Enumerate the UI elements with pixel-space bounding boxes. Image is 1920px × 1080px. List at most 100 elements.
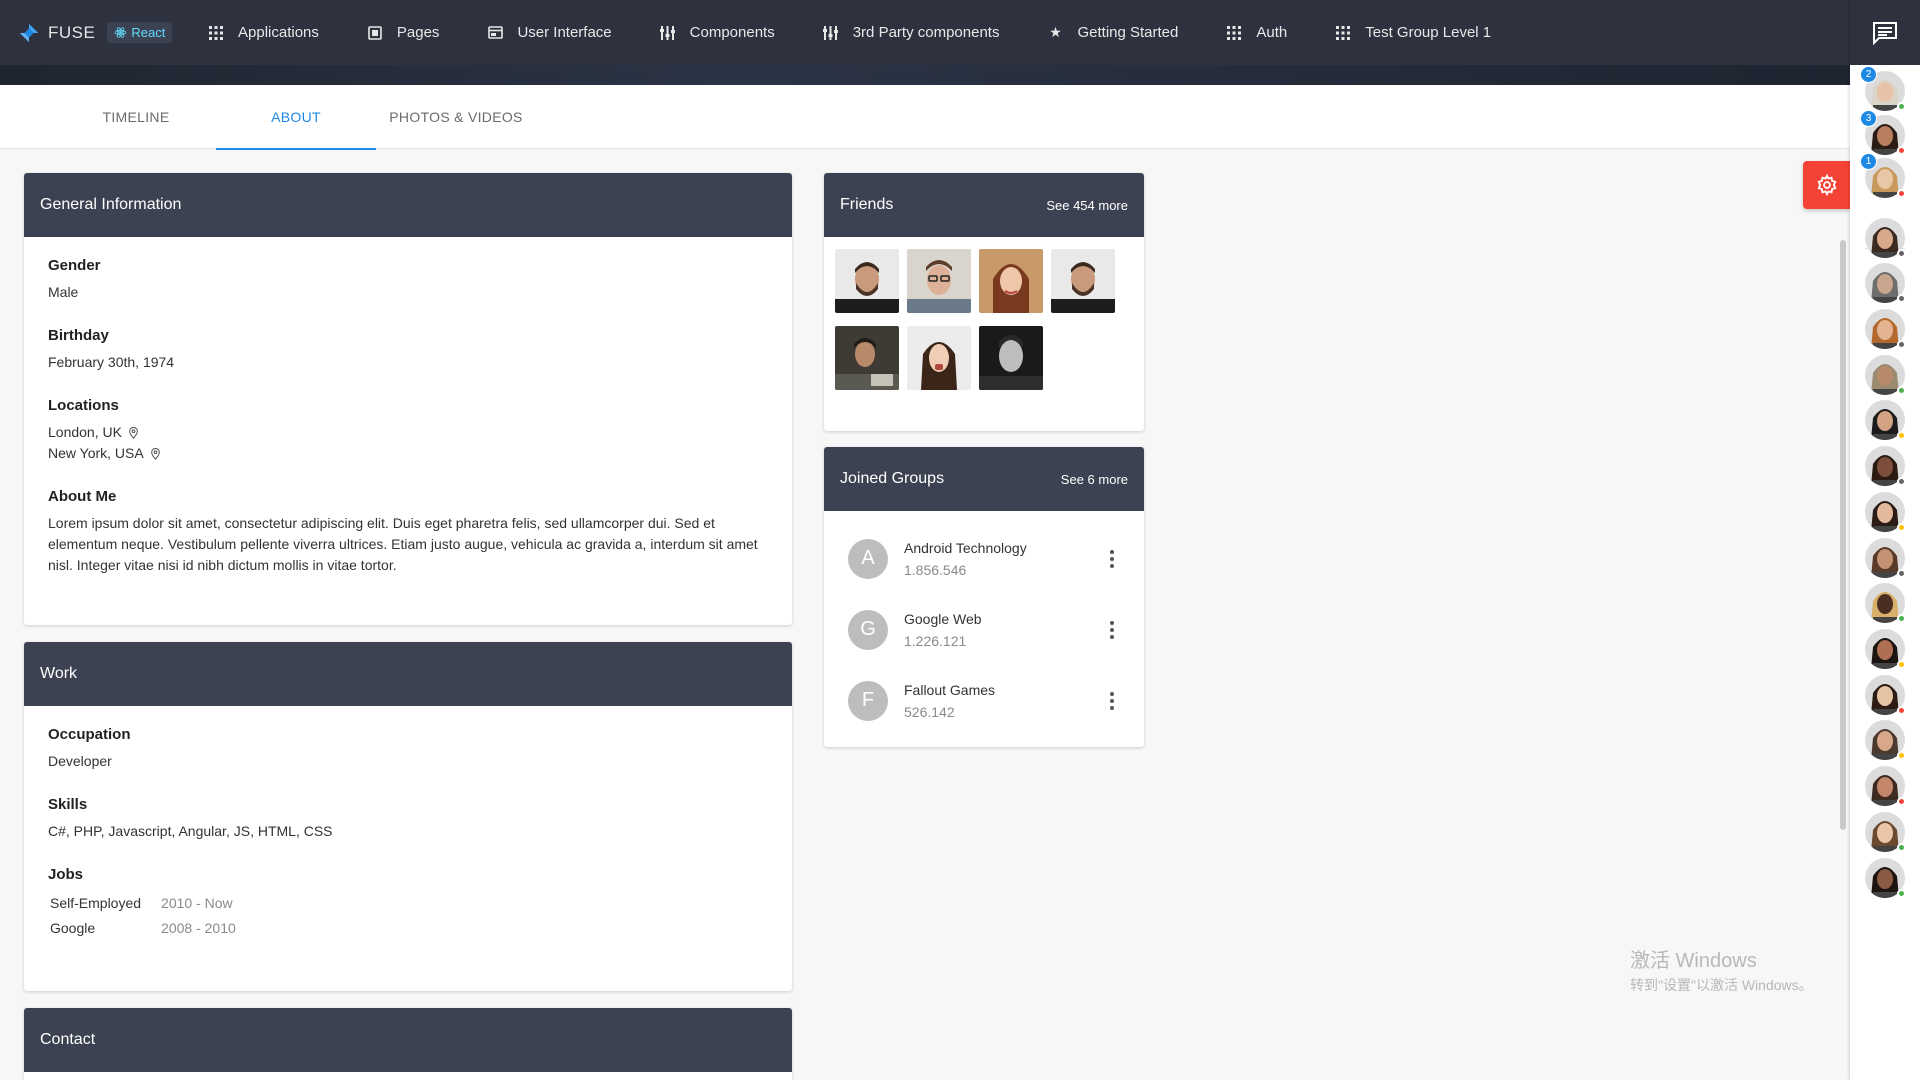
card-header: Friends See 454 more [824,173,1144,237]
group-name: Google Web [904,610,982,627]
nav-auth[interactable]: Auth [1202,0,1311,65]
friend-avatar[interactable] [1051,249,1115,313]
chat-contact-avatar[interactable] [1865,400,1906,440]
nav-3rd-party-components[interactable]: 3rd Party components [799,0,1024,65]
chat-contact-avatar[interactable] [1865,629,1906,669]
status-indicator [1897,477,1906,486]
chat-contact-avatar[interactable] [1865,766,1906,806]
status-indicator [1897,797,1906,806]
status-indicator [1897,102,1906,111]
status-indicator [1897,249,1906,258]
status-indicator [1897,340,1906,349]
nav-label: User Interface [517,24,612,41]
chat-contact-avatar[interactable] [1865,355,1906,395]
chat-contact-avatar[interactable]: 1 [1860,153,1906,198]
watermark-line2: 转到"设置"以激活 Windows。 [1630,977,1813,993]
job-company: Self-Employed [50,895,142,911]
field-label: Skills [48,796,88,813]
locations-field: Locations London, UK New York, USA [48,397,768,464]
main-nav: Applications Pages User Interface Compon… [184,0,1515,65]
more-vert-icon[interactable] [1100,547,1124,571]
web-icon [487,25,503,41]
chat-toggle-button[interactable] [1850,0,1920,65]
tab-photos-videos[interactable]: PHOTOS & VIDEOS [376,85,536,149]
see-more-friends-link[interactable]: See 454 more [1046,198,1128,213]
apps-icon [1226,25,1242,41]
job-company: Google [50,920,96,936]
status-indicator [1897,751,1906,760]
nav-applications[interactable]: Applications [184,0,343,65]
status-indicator [1897,889,1906,898]
nav-user-interface[interactable]: User Interface [463,0,635,65]
chat-contact-avatar[interactable] [1865,583,1906,623]
card-header: Work [24,642,792,706]
watermark-line1: 激活 Windows [1630,950,1757,972]
nav-test-group-level-1[interactable]: Test Group Level 1 [1311,0,1515,65]
location-text: London, UK [48,424,122,440]
chat-contact-avatar[interactable] [1865,812,1906,852]
chat-contact-avatar[interactable] [1865,309,1906,349]
chat-contact-avatar[interactable] [1865,218,1906,258]
group-name: Android Technology [904,539,1027,556]
location-item: London, UK [48,422,768,443]
pages-icon [367,25,383,41]
fuse-logo-icon [19,23,39,42]
list-item[interactable]: G Google Web 1.226.121 [824,594,1144,665]
profile-header-image [0,65,1850,85]
field-label: Jobs [48,866,84,883]
tab-timeline[interactable]: TIMELINE [56,85,216,149]
field-label: Birthday [48,327,109,344]
card-header: General Information [24,173,792,237]
components-icon [823,25,839,41]
chat-contact-avatar[interactable] [1865,720,1906,760]
more-vert-icon[interactable] [1100,618,1124,642]
friend-avatar[interactable] [835,326,899,390]
status-indicator [1897,386,1906,395]
card-header: Contact [24,1008,792,1072]
status-indicator [1897,189,1906,198]
jobs-table: Self-Employed 2010 - Now Google 2008 - 2… [48,891,238,941]
chat-panel: 2 3 1 [1850,0,1920,1080]
chat-contact-avatar[interactable] [1865,675,1906,715]
brand[interactable]: FUSE React [0,0,184,65]
chat-contact-avatar[interactable]: 3 [1860,110,1906,155]
nav-label: Test Group Level 1 [1365,24,1492,41]
nav-components[interactable]: Components [636,0,799,65]
card-title: Work [40,665,78,682]
nav-pages[interactable]: Pages [343,0,464,65]
location-pin-icon [150,447,160,460]
more-vert-icon[interactable] [1100,689,1124,713]
friend-avatar[interactable] [907,326,971,390]
tab-about[interactable]: ABOUT [216,85,376,150]
star-icon: ★ [1049,24,1062,40]
friend-avatar[interactable] [979,326,1043,390]
status-indicator [1897,569,1906,578]
friend-avatar[interactable] [835,249,899,313]
gender-value: Male [48,284,79,300]
chat-contact-avatar[interactable] [1865,858,1906,898]
page-scrollbar[interactable] [1840,240,1846,830]
nav-getting-started[interactable]: ★ Getting Started [1023,0,1202,65]
components-icon [660,25,676,41]
top-toolbar: FUSE React Applications Pages User Inter… [0,0,1850,65]
nav-label: 3rd Party components [852,24,1000,41]
chat-contact-avatar[interactable] [1865,492,1906,532]
chat-contact-avatar[interactable] [1865,263,1906,303]
job-period: 2008 - 2010 [161,920,236,936]
profile-tabs: TIMELINE ABOUT PHOTOS & VIDEOS [0,85,1850,150]
group-avatar: F [848,680,888,721]
chat-contact-avatar[interactable] [1865,446,1906,486]
chat-contact-avatar[interactable] [1865,538,1906,578]
list-item[interactable]: F Fallout Games 526.142 [824,665,1144,736]
friend-avatar[interactable] [907,249,971,313]
chat-contact-avatar[interactable]: 2 [1860,66,1906,111]
settings-button[interactable] [1803,161,1850,209]
nav-label: Components [689,24,775,41]
card-title: General Information [40,196,182,213]
skills-value: C#, PHP, Javascript, Angular, JS, HTML, … [48,823,333,839]
list-item[interactable]: A Android Technology 1.856.546 [824,523,1144,594]
job-period: 2010 - Now [161,895,233,911]
see-more-groups-link[interactable]: See 6 more [1061,472,1128,487]
friend-avatar[interactable] [979,249,1043,313]
status-indicator [1897,294,1906,303]
